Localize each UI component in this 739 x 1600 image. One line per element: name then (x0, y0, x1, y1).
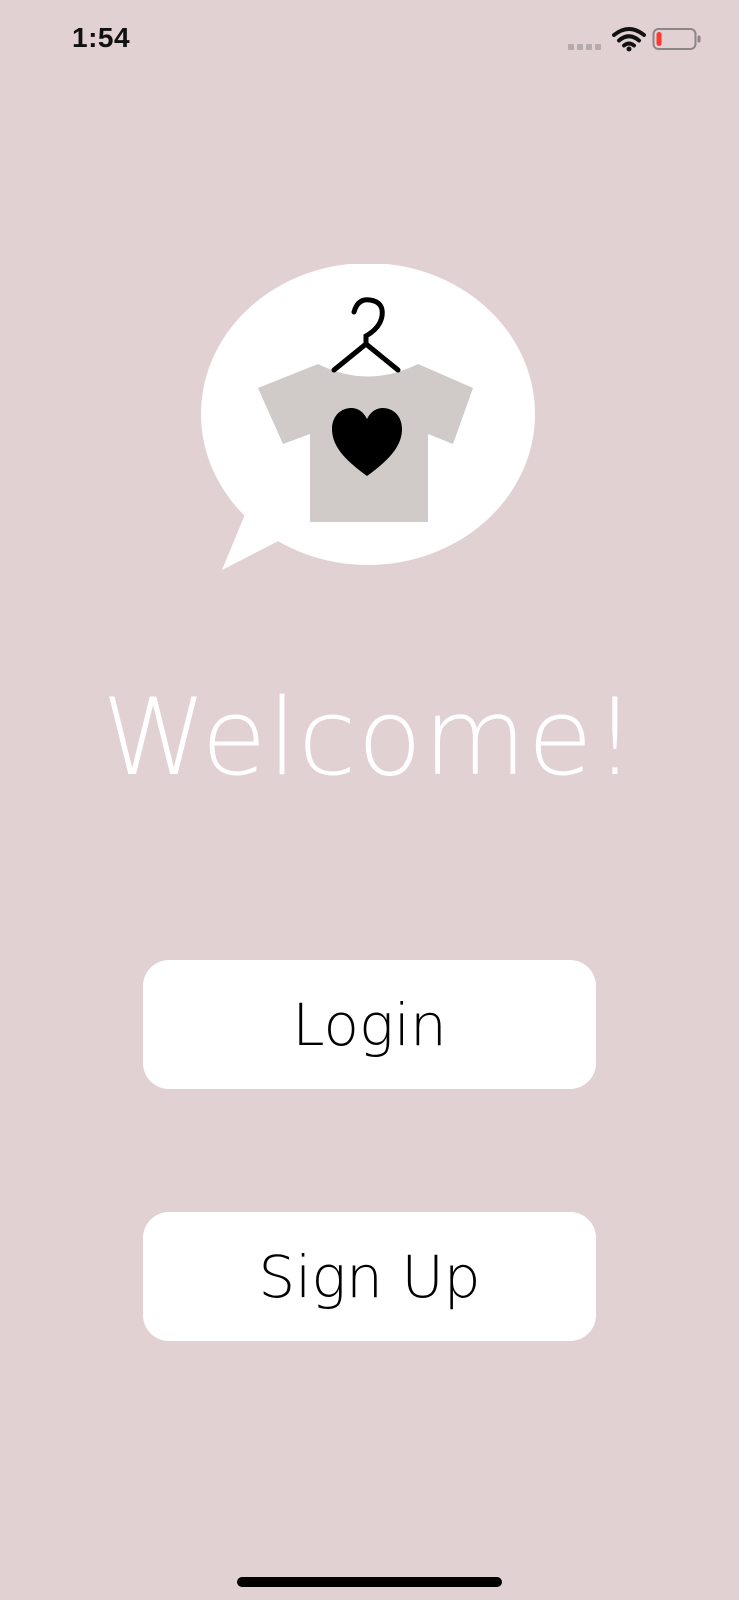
wifi-icon (612, 27, 646, 52)
status-bar: 1:54 (0, 0, 739, 90)
sign-up-button-label: Sign Up (258, 1242, 481, 1311)
login-button-label: Login (292, 990, 447, 1059)
login-button[interactable]: Login (143, 960, 596, 1089)
status-time: 1:54 (72, 22, 131, 53)
battery-low-icon (652, 28, 701, 50)
home-indicator[interactable] (237, 1577, 502, 1587)
cellular-signal-icon (568, 44, 601, 50)
welcome-title: Welcome! (101, 676, 638, 799)
sign-up-button[interactable]: Sign Up (143, 1212, 596, 1341)
tshirt-heart-hanger-icon (201, 264, 535, 570)
